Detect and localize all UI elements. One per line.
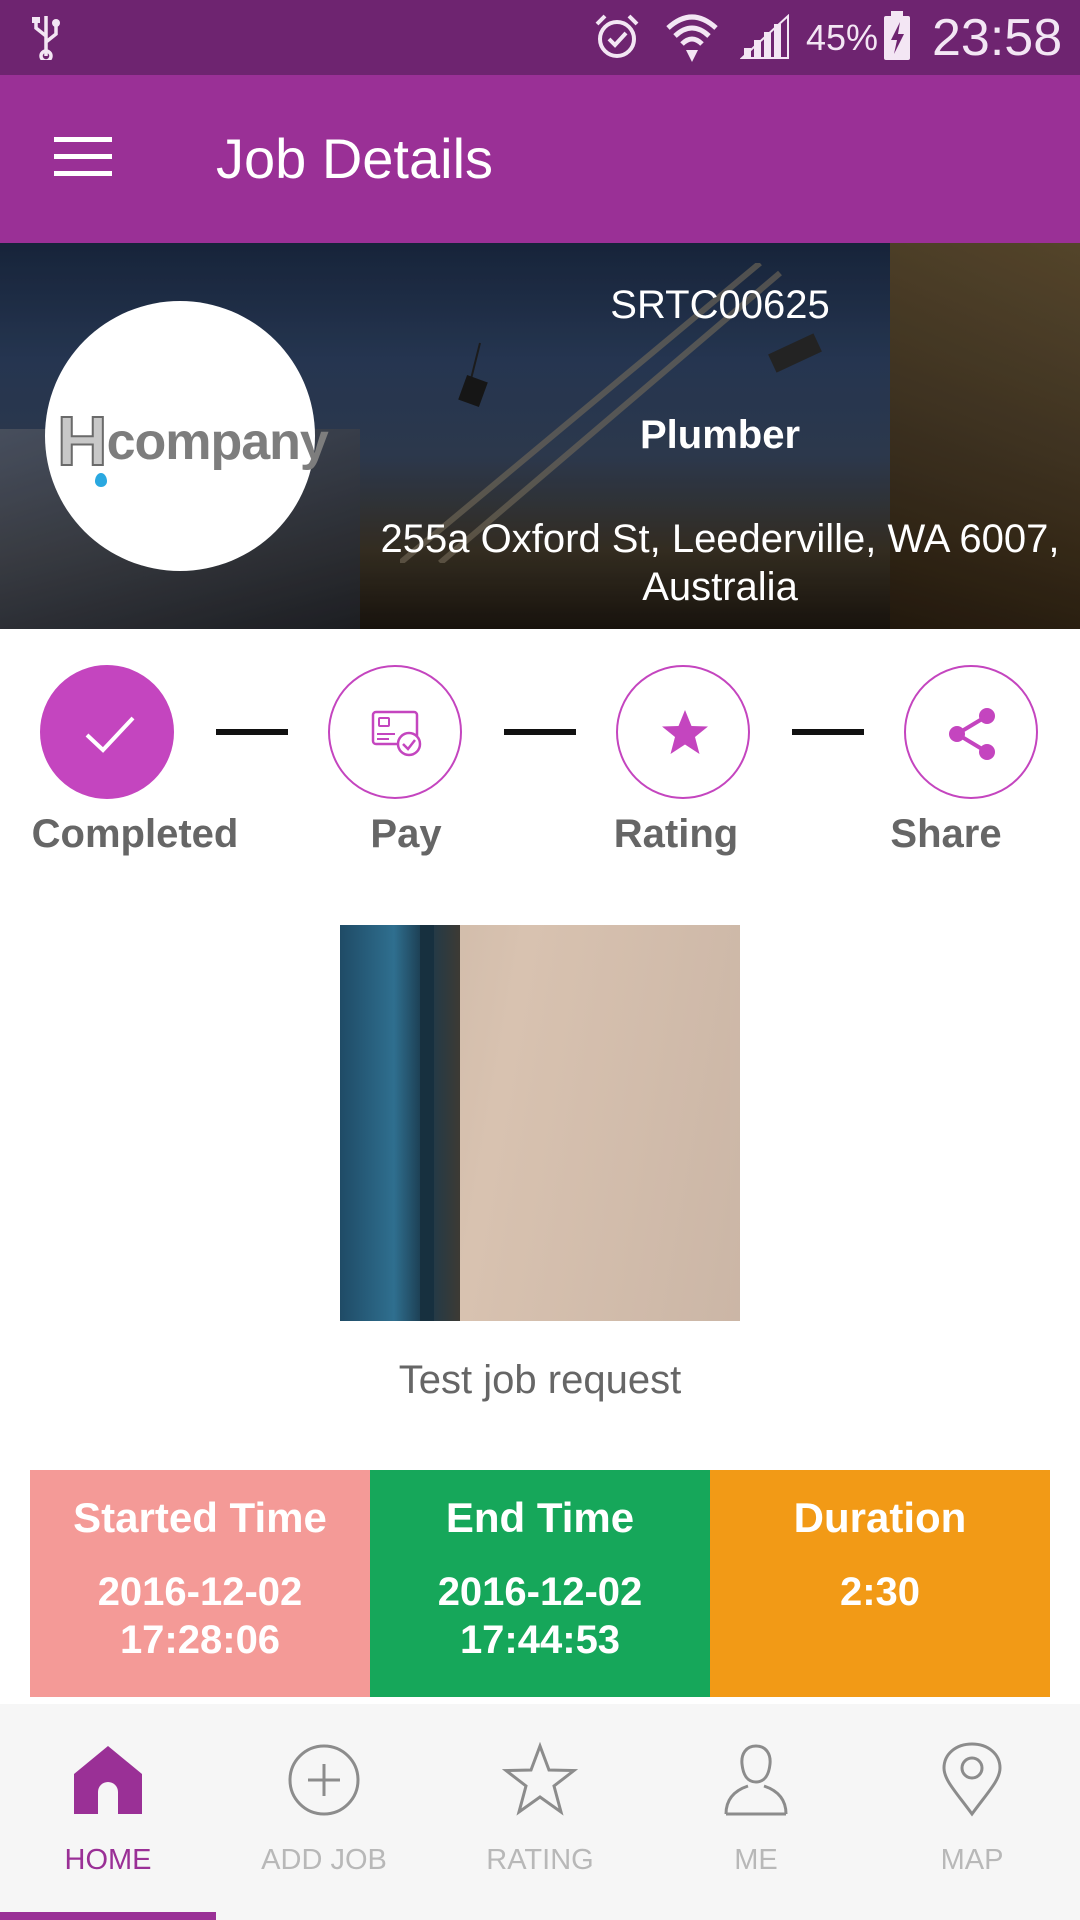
nav-me[interactable]: ME [648,1704,864,1920]
map-pin-icon [942,1742,1002,1817]
share-icon [949,708,995,760]
job-description: Test job request [398,1358,682,1402]
status-bar: 45% 23:58 [0,0,1080,75]
payment-card-icon [371,710,422,757]
battery-percent: 45% [806,17,879,58]
nav-rating-label: RATING [486,1844,594,1876]
star-icon [662,710,708,754]
signal-icon [740,14,789,59]
app-bar: Job Details [0,75,1080,243]
job-trade: Plumber [639,413,801,457]
nav-active-indicator [0,1912,216,1920]
company-logo-wordmark: Hcompany [56,401,329,481]
check-icon [85,716,135,753]
started-time-value: 2016-12-02 17:28:06 [30,1568,370,1664]
started-time-label: Started Time [73,1494,327,1541]
started-clock: 17:28:06 [119,1618,281,1662]
usb-icon [32,16,60,60]
end-date: 2016-12-02 [437,1570,643,1614]
add-circle-icon [288,1744,360,1816]
end-time-value: 2016-12-02 17:44:53 [370,1568,710,1664]
duration-label: Duration [793,1494,967,1541]
clock: 23:58 [932,9,1063,67]
step-completed-button[interactable] [40,665,174,799]
photo-edge [340,925,460,1321]
started-date: 2016-12-02 [97,1570,303,1614]
nav-map-label: MAP [940,1844,1004,1876]
nav-map[interactable]: MAP [864,1704,1080,1920]
step-label-pay: Pay [370,812,442,856]
step-connector [792,729,864,735]
person-icon [724,1744,788,1816]
nav-home[interactable]: HOME [0,1704,216,1920]
star-outline-icon [502,1742,578,1816]
nav-me-label: ME [734,1844,778,1876]
bottom-navigation: HOME ADD JOB RATING ME MAP [0,1704,1080,1920]
alarm-icon [595,14,639,58]
company-logo: Hcompany [45,301,329,571]
wifi-icon [666,14,718,62]
step-share-button[interactable] [904,665,1038,799]
duration-card: Duration 2:30 [710,1470,1050,1697]
home-icon [74,1746,142,1814]
nav-add-job[interactable]: ADD JOB [216,1704,432,1920]
step-rating-button[interactable] [616,665,750,799]
water-drop-icon [95,473,107,487]
step-pay-button[interactable] [328,665,462,799]
nav-home-label: HOME [64,1844,152,1876]
step-label-share: Share [890,812,1002,856]
photo-edge-dark [420,925,434,1321]
step-label-completed: Completed [31,812,239,856]
nav-add-job-label: ADD JOB [261,1844,387,1876]
battery-charging-icon [884,11,910,60]
job-code: SRTC00625 [610,283,830,327]
started-time-card: Started Time 2016-12-02 17:28:06 [30,1470,370,1697]
step-connector [504,729,576,735]
hamburger-menu-icon[interactable] [54,135,112,179]
duration-value: 2:30 [839,1570,921,1614]
job-photo[interactable] [340,925,740,1321]
end-time-card: End Time 2016-12-02 17:44:53 [370,1470,710,1697]
end-clock: 17:44:53 [459,1618,621,1662]
step-connector [216,729,288,735]
page-title: Job Details [216,127,494,190]
step-label-rating: Rating [613,812,739,856]
end-time-label: End Time [445,1494,635,1541]
nav-rating[interactable]: RATING [432,1704,648,1920]
job-header-banner: Hcompany SRTC00625 Plumber 255a Oxford S… [0,243,1080,629]
job-address: 255a Oxford St, Leederville, WA 6007, Au… [380,517,1060,609]
